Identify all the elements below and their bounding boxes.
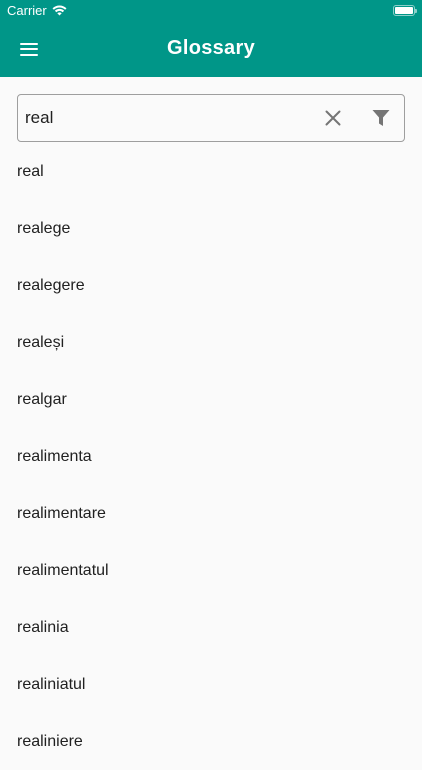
clear-search-button[interactable]: [318, 103, 348, 133]
page-title: Glossary: [166, 37, 255, 59]
search-input[interactable]: [25, 95, 305, 141]
status-bar: Carrier: [0, 0, 422, 22]
app-bar: Carrier Glossary: [0, 0, 422, 77]
filter-icon: [372, 110, 390, 126]
list-item[interactable]: real: [0, 143, 422, 200]
list-item[interactable]: realimentatul: [0, 542, 422, 599]
list-item[interactable]: realeși: [0, 314, 422, 371]
filter-button[interactable]: [366, 103, 396, 133]
list-item[interactable]: realinia: [0, 599, 422, 656]
list-item[interactable]: realegere: [0, 257, 422, 314]
list-item[interactable]: realimentare: [0, 485, 422, 542]
list-item[interactable]: realimenta: [0, 428, 422, 485]
wifi-icon: [52, 5, 67, 16]
close-icon: [325, 110, 341, 126]
list-item[interactable]: realiniere: [0, 713, 422, 770]
list-item[interactable]: realiniatul: [0, 656, 422, 713]
carrier-label: Carrier: [7, 3, 47, 18]
search-box: [17, 94, 405, 142]
list-item[interactable]: realege: [0, 200, 422, 257]
list-item[interactable]: realgar: [0, 371, 422, 428]
word-list: real realege realegere realeși realgar r…: [0, 143, 422, 770]
battery-icon: [393, 5, 417, 16]
carrier-group: Carrier: [7, 3, 67, 18]
